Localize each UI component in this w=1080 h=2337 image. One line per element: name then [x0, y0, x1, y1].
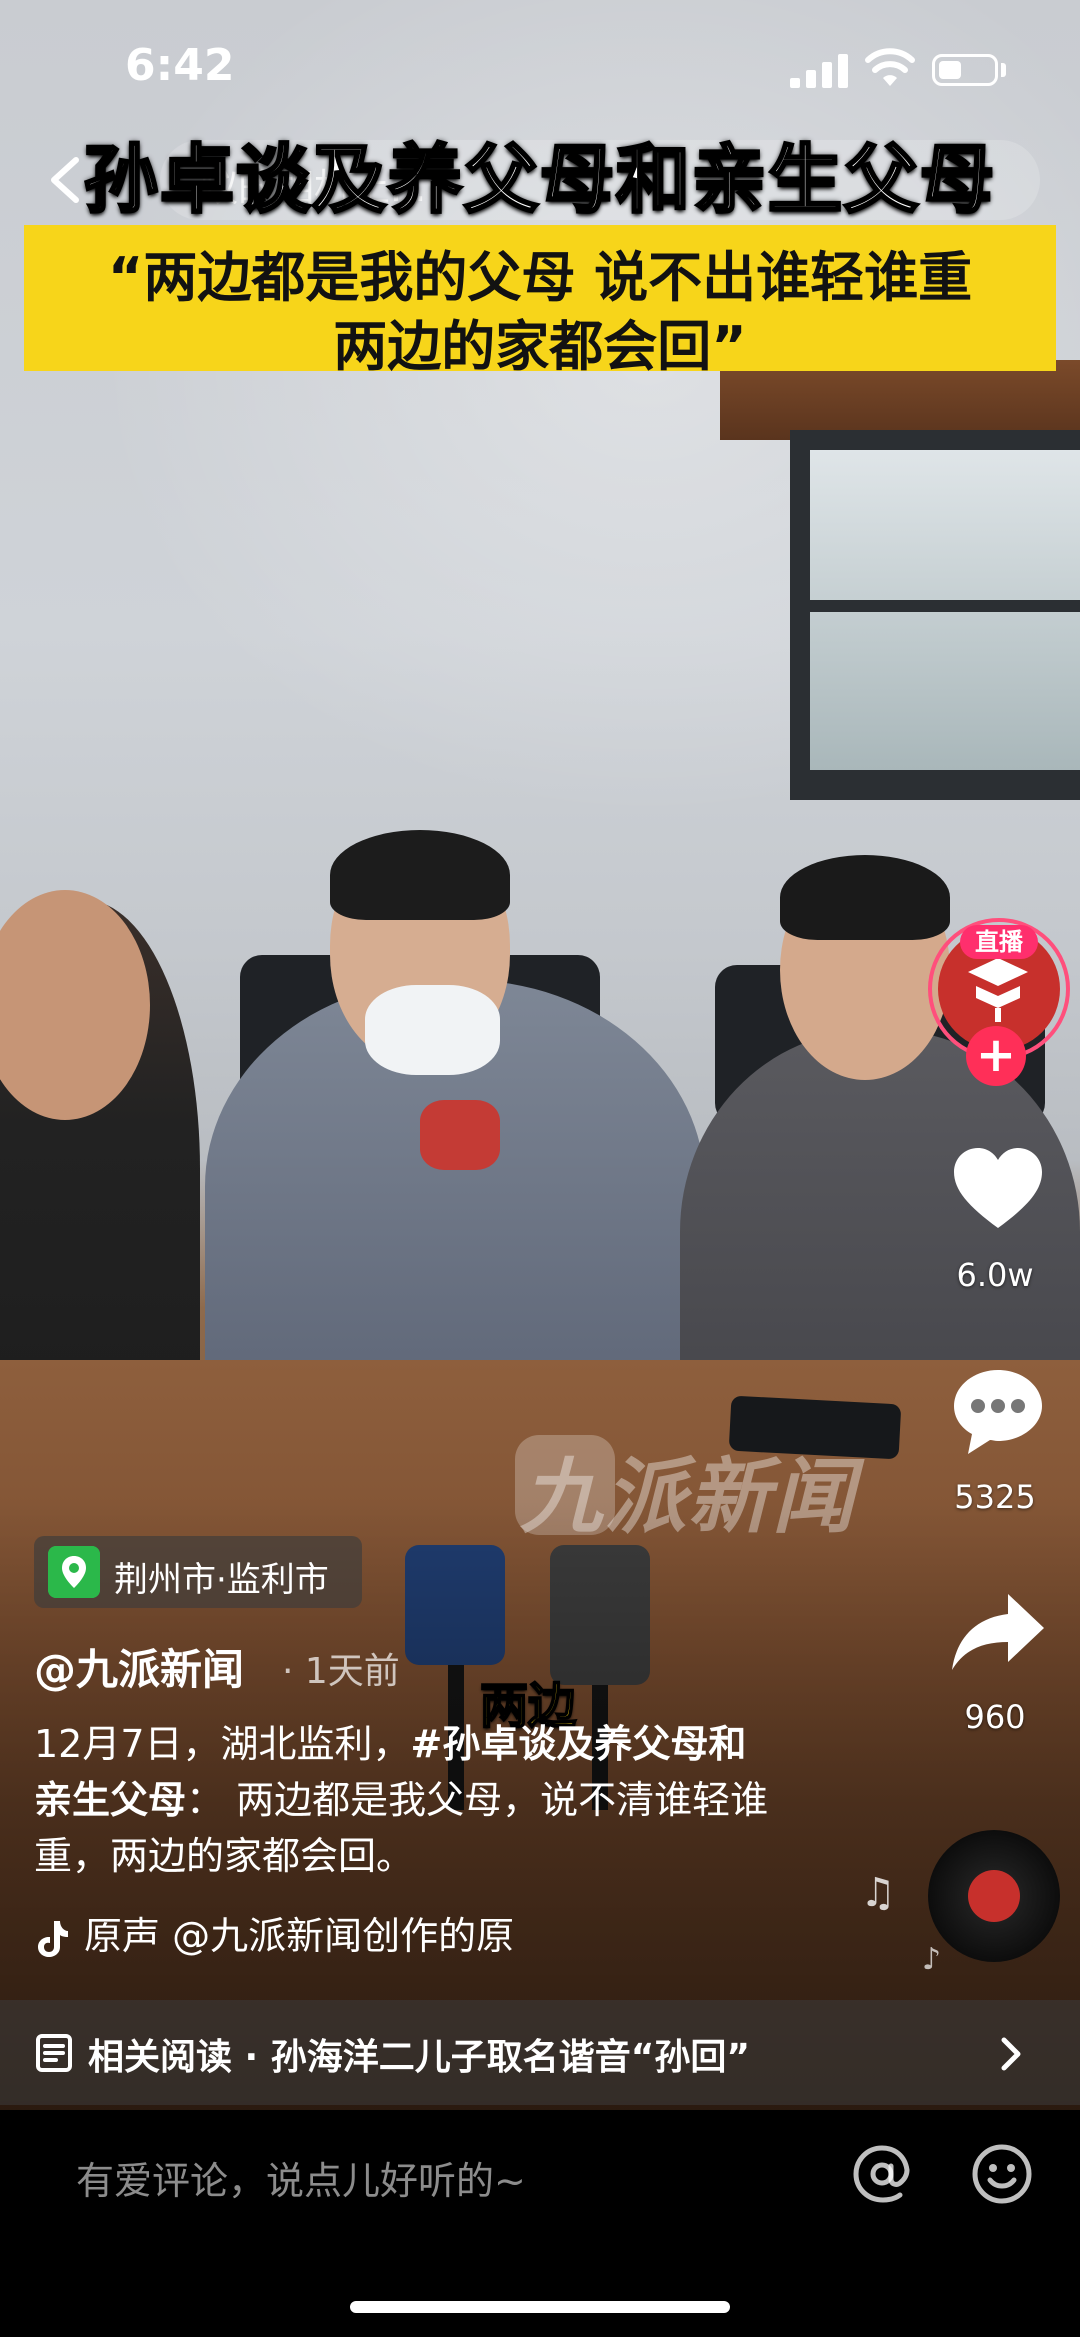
comment-bubble-icon[interactable] — [948, 1362, 1048, 1462]
heart-icon[interactable] — [948, 1140, 1048, 1240]
document-icon — [36, 2034, 72, 2072]
music-note-icon: ♫ — [860, 1870, 896, 1916]
smile-icon[interactable] — [970, 2142, 1034, 2206]
battery-icon — [932, 54, 998, 86]
window-frame — [810, 600, 1080, 612]
live-badge: 直播 — [960, 925, 1038, 959]
music-text: 原声 @九派新闻创作的原 — [84, 1914, 515, 1958]
status-time: 6:42 — [125, 40, 235, 91]
comment-input[interactable]: 有爱评论，说点儿好听的~ — [76, 2150, 526, 2205]
person-center-hair — [330, 830, 510, 920]
quote-line-1: “两边都是我的父母 说不出谁轻谁重 — [107, 246, 973, 309]
cellular-signal-icon — [790, 52, 848, 88]
map-pin-icon — [48, 1546, 100, 1598]
face-mask — [365, 985, 500, 1075]
like-count: 6.0w — [956, 1256, 1034, 1294]
home-indicator[interactable] — [350, 2301, 730, 2313]
wifi-icon — [865, 48, 915, 86]
music-disc-avatar — [968, 1870, 1020, 1922]
comment-count: 5325 — [954, 1478, 1036, 1516]
at-icon[interactable] — [850, 2142, 914, 2206]
quote-line-2: 两边的家都会回” — [333, 315, 747, 378]
tiktok-note-icon — [38, 1920, 68, 1957]
person-right-hair — [780, 855, 950, 940]
video-player-screen[interactable]: 九派新闻 6:42 蚁的相机上... 孙卓谈及养父母和亲生父母 “两边都是我的父… — [0, 0, 1080, 2337]
jiupai-logo-icon — [968, 958, 1028, 1022]
video-headline: 孙卓谈及养父母和亲生父母 — [83, 136, 996, 225]
share-count: 960 — [964, 1698, 1026, 1736]
location-text: 荆州市·监利市 — [114, 1560, 329, 1600]
post-time: · 1天前 — [282, 1651, 400, 1692]
music-row[interactable]: 原声 @九派新闻创作的原 — [34, 1905, 514, 1960]
person-center-shirt — [420, 1100, 500, 1170]
author-name[interactable]: @九派新闻 — [34, 1636, 244, 1697]
follow-button[interactable]: + — [966, 1026, 1026, 1086]
caption-text: 12月7日，湖北监利， — [34, 1722, 411, 1766]
share-arrow-icon[interactable] — [948, 1584, 1048, 1684]
status-bar: 6:42 — [0, 0, 1080, 140]
battery-tip — [1001, 63, 1006, 77]
music-note-icon: ♪ — [922, 1942, 942, 1977]
chevron-right-icon[interactable] — [996, 2034, 1026, 2074]
post-caption[interactable]: 12月7日，湖北监利，#孙卓谈及养父母和亲生父母： 两边都是我父母，说不清谁轻谁… — [34, 1716, 774, 1884]
related-reading-text: 相关阅读 · 孙海洋二儿子取名谐音“孙回” — [88, 2037, 751, 2078]
